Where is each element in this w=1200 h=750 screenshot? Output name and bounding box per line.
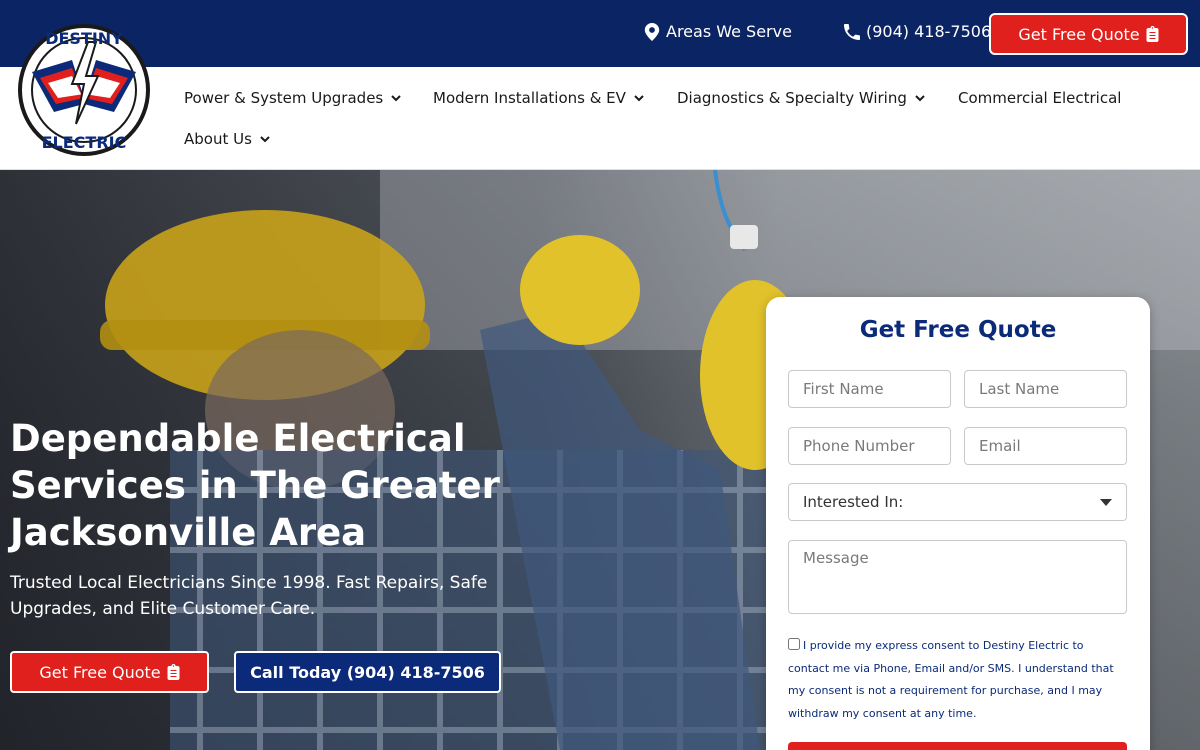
nav-item-label: About Us bbox=[184, 130, 252, 148]
hero-primary-cta-label: Get Free Quote bbox=[39, 662, 161, 682]
areas-we-serve-label: Areas We Serve bbox=[666, 22, 792, 41]
logo-top-text: DESTINY bbox=[45, 29, 123, 48]
hero-subtitle: Trusted Local Electricians Since 1998. F… bbox=[10, 573, 488, 619]
nav-item-label: Power & System Upgrades bbox=[184, 89, 384, 107]
logo-bottom-text: ELECTRIC bbox=[42, 133, 127, 152]
hero-get-free-quote-button[interactable]: Get Free Quote bbox=[10, 651, 209, 693]
nav-item-label: Modern Installations & EV bbox=[433, 89, 626, 107]
chevron-down-icon bbox=[915, 95, 925, 102]
hero-title: Dependable Electrical Services in The Gr… bbox=[10, 417, 500, 554]
interested-in-value: Interested In: bbox=[803, 493, 904, 511]
email-field[interactable] bbox=[964, 427, 1127, 465]
clipboard-icon bbox=[1146, 26, 1159, 42]
nav-item-modern-installations[interactable]: Modern Installations & EV bbox=[433, 89, 644, 107]
chevron-down-icon bbox=[260, 136, 270, 143]
top-bar: Areas We Serve (904) 418-7506 Get Free Q… bbox=[0, 0, 1200, 67]
map-pin-icon bbox=[644, 22, 660, 41]
phone-label: (904) 418-7506 bbox=[866, 22, 992, 41]
chevron-down-icon bbox=[391, 95, 401, 102]
caret-down-icon bbox=[1100, 498, 1112, 506]
nav-item-commercial[interactable]: Commercial Electrical bbox=[958, 89, 1121, 107]
nav-item-power-upgrades[interactable]: Power & System Upgrades bbox=[184, 89, 401, 107]
first-name-field[interactable] bbox=[788, 370, 951, 408]
destiny-electric-logo[interactable]: DESTINY ELECTRIC bbox=[14, 20, 154, 160]
main-nav: Power & System Upgrades Modern Installat… bbox=[0, 67, 1200, 170]
form-title: Get Free Quote bbox=[859, 317, 1057, 343]
submit-button[interactable] bbox=[788, 742, 1127, 750]
quote-form: Get Free Quote Interested In: I provide … bbox=[766, 297, 1150, 750]
message-field[interactable] bbox=[788, 540, 1127, 614]
hero-call-today-button[interactable]: Call Today (904) 418-7506 bbox=[234, 651, 501, 693]
nav-item-label: Diagnostics & Specialty Wiring bbox=[677, 89, 907, 107]
areas-we-serve-link[interactable]: Areas We Serve bbox=[644, 22, 792, 41]
phone-icon bbox=[844, 23, 860, 40]
chevron-down-icon bbox=[634, 95, 644, 102]
consent-block: I provide my express consent to Destiny … bbox=[788, 635, 1128, 725]
hero-secondary-cta-label: Call Today (904) 418-7506 bbox=[250, 662, 485, 682]
phone-field[interactable] bbox=[788, 427, 951, 465]
phone-link[interactable]: (904) 418-7506 bbox=[844, 22, 991, 41]
top-get-free-quote-button[interactable]: Get Free Quote bbox=[989, 13, 1188, 55]
interested-in-select[interactable]: Interested In: bbox=[788, 483, 1127, 521]
nav-item-diagnostics[interactable]: Diagnostics & Specialty Wiring bbox=[677, 89, 925, 107]
hero-section: Dependable Electrical Services in The Gr… bbox=[0, 170, 1200, 750]
consent-checkbox[interactable] bbox=[788, 638, 800, 650]
nav-item-label: Commercial Electrical bbox=[958, 89, 1122, 107]
last-name-field[interactable] bbox=[964, 370, 1127, 408]
top-cta-label: Get Free Quote bbox=[1018, 24, 1140, 44]
consent-text: I provide my express consent to Destiny … bbox=[788, 639, 1114, 720]
nav-item-about-us[interactable]: About Us bbox=[184, 130, 270, 148]
clipboard-icon bbox=[167, 664, 180, 680]
